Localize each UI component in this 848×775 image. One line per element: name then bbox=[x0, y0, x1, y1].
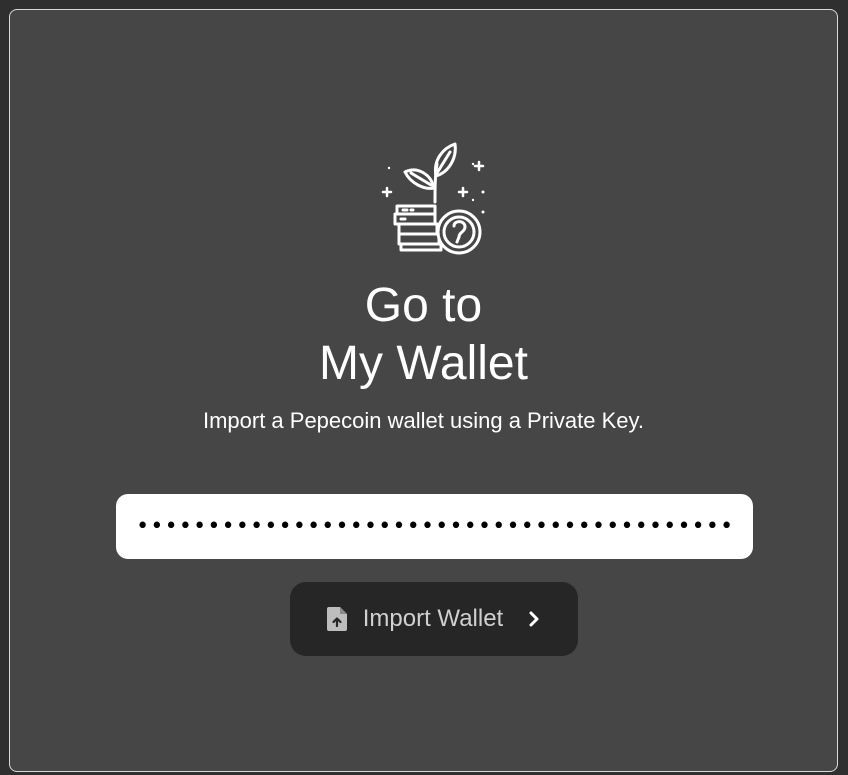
private-key-input[interactable] bbox=[116, 494, 753, 559]
import-wallet-label: Import Wallet bbox=[362, 605, 504, 632]
import-wallet-button[interactable]: Import Wallet bbox=[290, 582, 578, 656]
wallet-import-panel: Go to My Wallet Import a Pepecoin wallet… bbox=[9, 9, 838, 772]
chevron-right-icon bbox=[529, 611, 539, 627]
plant-coin-growth-icon bbox=[381, 142, 485, 255]
page-title-line2: My Wallet bbox=[319, 337, 528, 390]
file-upload-icon bbox=[326, 607, 347, 631]
page-title-line1: Go to bbox=[364, 279, 483, 332]
page-subtitle: Import a Pepecoin wallet using a Private… bbox=[202, 408, 645, 433]
